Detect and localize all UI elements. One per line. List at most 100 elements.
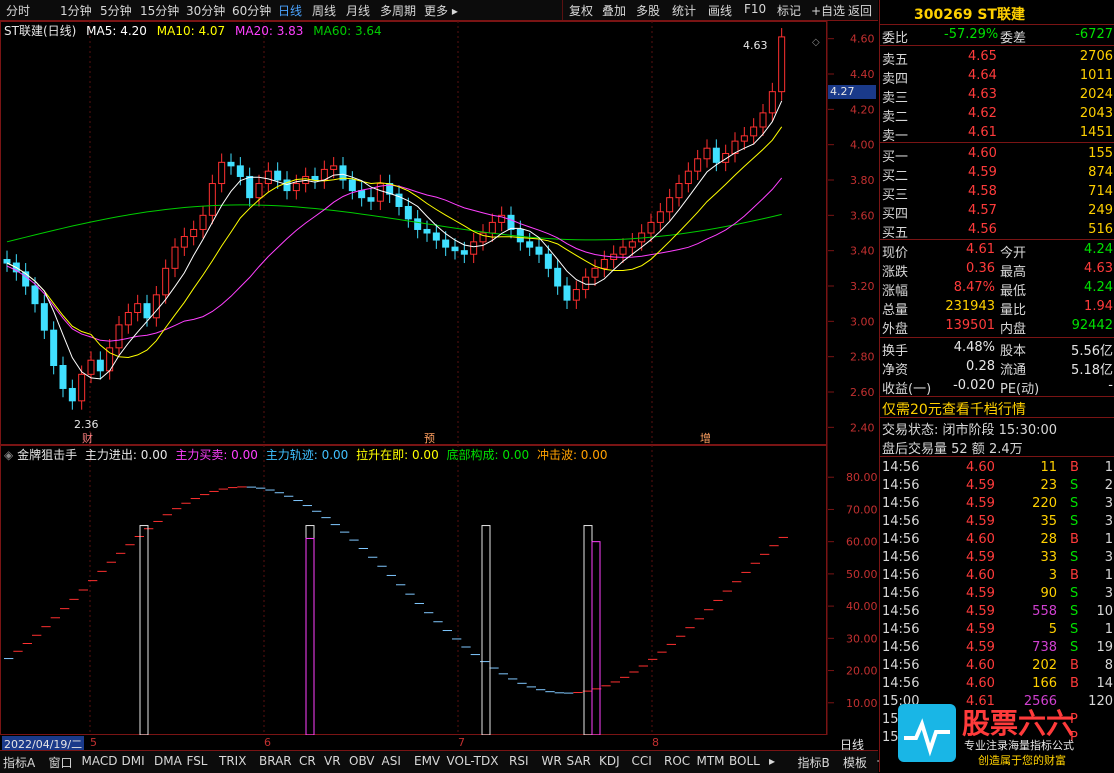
- indicator-tab[interactable]: BRAR: [259, 754, 292, 768]
- tick-volume: 166: [1032, 676, 1057, 691]
- tick-row: 14:56 4.59 5 S 1: [880, 621, 1114, 639]
- buy-level-label: 买四: [882, 207, 909, 222]
- indicator-tab[interactable]: DMA: [154, 754, 182, 768]
- indicator-tab[interactable]: VR: [324, 754, 341, 768]
- tab-daily[interactable]: 日线: [278, 2, 302, 19]
- tick-time: 14:56: [882, 478, 920, 493]
- tab-more[interactable]: 更多 ▸: [424, 2, 458, 19]
- buy-level-price: 4.56: [968, 222, 997, 237]
- indicator-tab[interactable]: SAR: [567, 754, 591, 768]
- tab-15min[interactable]: 15分钟: [140, 2, 179, 19]
- stat-row: 外盘 139501 内盘 92442: [880, 317, 1114, 337]
- tab-weekly[interactable]: 周线: [312, 2, 336, 19]
- stock-header: 300269 ST联建: [880, 3, 1114, 23]
- sell-level-label: 卖三: [882, 91, 909, 106]
- buy-level-label: 买一: [882, 150, 909, 165]
- indicator-legend: ◈ 金牌狙击手 主力进出: 0.00 主力买卖: 0.00 主力轨迹: 0.00…: [4, 446, 608, 463]
- indicator-tab[interactable]: RSI: [509, 754, 529, 768]
- indicator-tab[interactable]: 窗口: [49, 754, 73, 771]
- toolbar-divider: [562, 0, 563, 20]
- tick-time: 14:56: [882, 514, 920, 529]
- draw-line-button[interactable]: 画线: [708, 2, 732, 19]
- f10-button[interactable]: F10: [744, 2, 766, 16]
- indicator-tab[interactable]: CR: [299, 754, 316, 768]
- kline-chart[interactable]: 4.60 4.40 4.20 4.00 3.80 3.60 3.40 3.20 3.00 2.80…: [0, 21, 878, 445]
- sell-level-volume: 2043: [1079, 106, 1113, 121]
- buy-level-row: 买五 4.56 516: [880, 221, 1114, 241]
- fuquan-button[interactable]: 复权: [569, 2, 593, 19]
- buy-level-row: 买四 4.57 249: [880, 202, 1114, 222]
- tab-multi-period[interactable]: 多周期: [380, 2, 416, 19]
- multi-stock-button[interactable]: 多股: [636, 2, 660, 19]
- tick-price: 4.59: [966, 478, 995, 493]
- indicator-tab[interactable]: WR: [542, 754, 562, 768]
- indicator-name[interactable]: 金牌狙击手: [17, 448, 77, 462]
- stat-value: 0.36: [966, 261, 995, 276]
- tab-monthly[interactable]: 月线: [346, 2, 370, 19]
- indicator-tab[interactable]: FSL: [187, 754, 208, 768]
- back-button[interactable]: 返回: [848, 2, 872, 19]
- tab-30min[interactable]: 30分钟: [186, 2, 225, 19]
- forecast-marker[interactable]: 预: [424, 430, 435, 446]
- indicator-item: 底部构成: 0.00: [446, 448, 530, 462]
- indicator-tab[interactable]: ROC: [664, 754, 690, 768]
- indicator-tab[interactable]: MACD: [82, 754, 118, 768]
- sell-level-label: 卖五: [882, 53, 909, 68]
- finance-marker[interactable]: 财: [82, 430, 93, 446]
- tick-time: 14:56: [882, 640, 920, 655]
- trade-status: 交易状态: 闭市阶段 15:30:00: [882, 423, 1058, 438]
- tab-5min[interactable]: 5分钟: [100, 2, 132, 19]
- indicator-tab[interactable]: BOLL: [729, 754, 760, 768]
- tab-fenshi[interactable]: 分时: [6, 2, 30, 19]
- add-watchlist-button[interactable]: +自选: [811, 2, 845, 19]
- tick-row: 14:56 4.59 23 S 2: [880, 477, 1114, 495]
- indicator-tab[interactable]: OBV: [349, 754, 375, 768]
- stat-value: 0.28: [966, 359, 995, 374]
- indicator-tab[interactable]: EMV: [414, 754, 440, 768]
- tick-price: 4.60: [966, 532, 995, 547]
- tick-row: 14:56 4.59 33 S 3: [880, 549, 1114, 567]
- indicator-tab[interactable]: CCI: [632, 754, 652, 768]
- indicator-tab[interactable]: ▸: [769, 754, 775, 768]
- indicator-tab[interactable]: MTM: [697, 754, 725, 768]
- indicator-tab[interactable]: KDJ: [599, 754, 620, 768]
- indicator-tab[interactable]: 指标B: [798, 754, 830, 771]
- indicator-chart[interactable]: 80.00 70.00 60.00 50.00 40.00 30.00 20.00 10.00…: [0, 445, 878, 735]
- buy-level-label: 买三: [882, 188, 909, 203]
- sell-level-row: 卖一 4.61 1451: [880, 124, 1114, 144]
- stats-button[interactable]: 统计: [672, 2, 696, 19]
- indicator-tab[interactable]: VOL-TDX: [447, 754, 499, 768]
- watermark-sub: 创造属于您的财富: [978, 754, 1066, 767]
- indicator-tab[interactable]: 模板: [843, 754, 867, 771]
- tab-1min[interactable]: 1分钟: [60, 2, 92, 19]
- watermark-logo: [898, 704, 956, 762]
- tick-count: 1: [1104, 622, 1113, 637]
- tick-row: 14:56 4.59 738 S 19: [880, 639, 1114, 657]
- month-label: 5: [90, 736, 97, 749]
- watermark-sub: 专业注录海量指标公式: [964, 739, 1074, 752]
- ma20-label: MA20: 3.83: [235, 24, 304, 38]
- promo-row[interactable]: 仅需20元查看千档行情: [880, 398, 1114, 419]
- overlay-button[interactable]: 叠加: [602, 2, 626, 19]
- tick-side: B: [1070, 532, 1079, 547]
- indicator-tick-label: 50.00: [846, 568, 878, 581]
- buy-level-label: 买五: [882, 226, 909, 241]
- chart-settings-icon[interactable]: ◇: [812, 37, 820, 48]
- indicator-tab[interactable]: ASI: [382, 754, 401, 768]
- tick-count: 120: [1088, 694, 1113, 709]
- indicator-tab[interactable]: TRIX: [219, 754, 246, 768]
- indicator-settings-icon[interactable]: ◈: [4, 448, 13, 462]
- tab-60min[interactable]: 60分钟: [232, 2, 271, 19]
- indicator-tab[interactable]: 指标A: [3, 754, 35, 771]
- tick-side: S: [1070, 514, 1079, 529]
- promo-link[interactable]: 仅需20元查看千档行情: [882, 399, 1026, 419]
- watermark-title: 股票六六: [962, 707, 1075, 740]
- mark-button[interactable]: 标记: [777, 2, 801, 19]
- increase-marker[interactable]: 增: [700, 430, 711, 446]
- indicator-item: 冲击波: 0.00: [536, 448, 608, 462]
- indicator-item: 主力进出: 0.00: [84, 448, 168, 462]
- stat-value: 1.94: [1084, 299, 1113, 314]
- weibi-label: 委比: [882, 31, 909, 46]
- ma-legend: ST联建(日线) MA5: 4.20 MA10: 4.07 MA20: 3.83…: [4, 22, 382, 39]
- indicator-tab[interactable]: DMI: [122, 754, 145, 768]
